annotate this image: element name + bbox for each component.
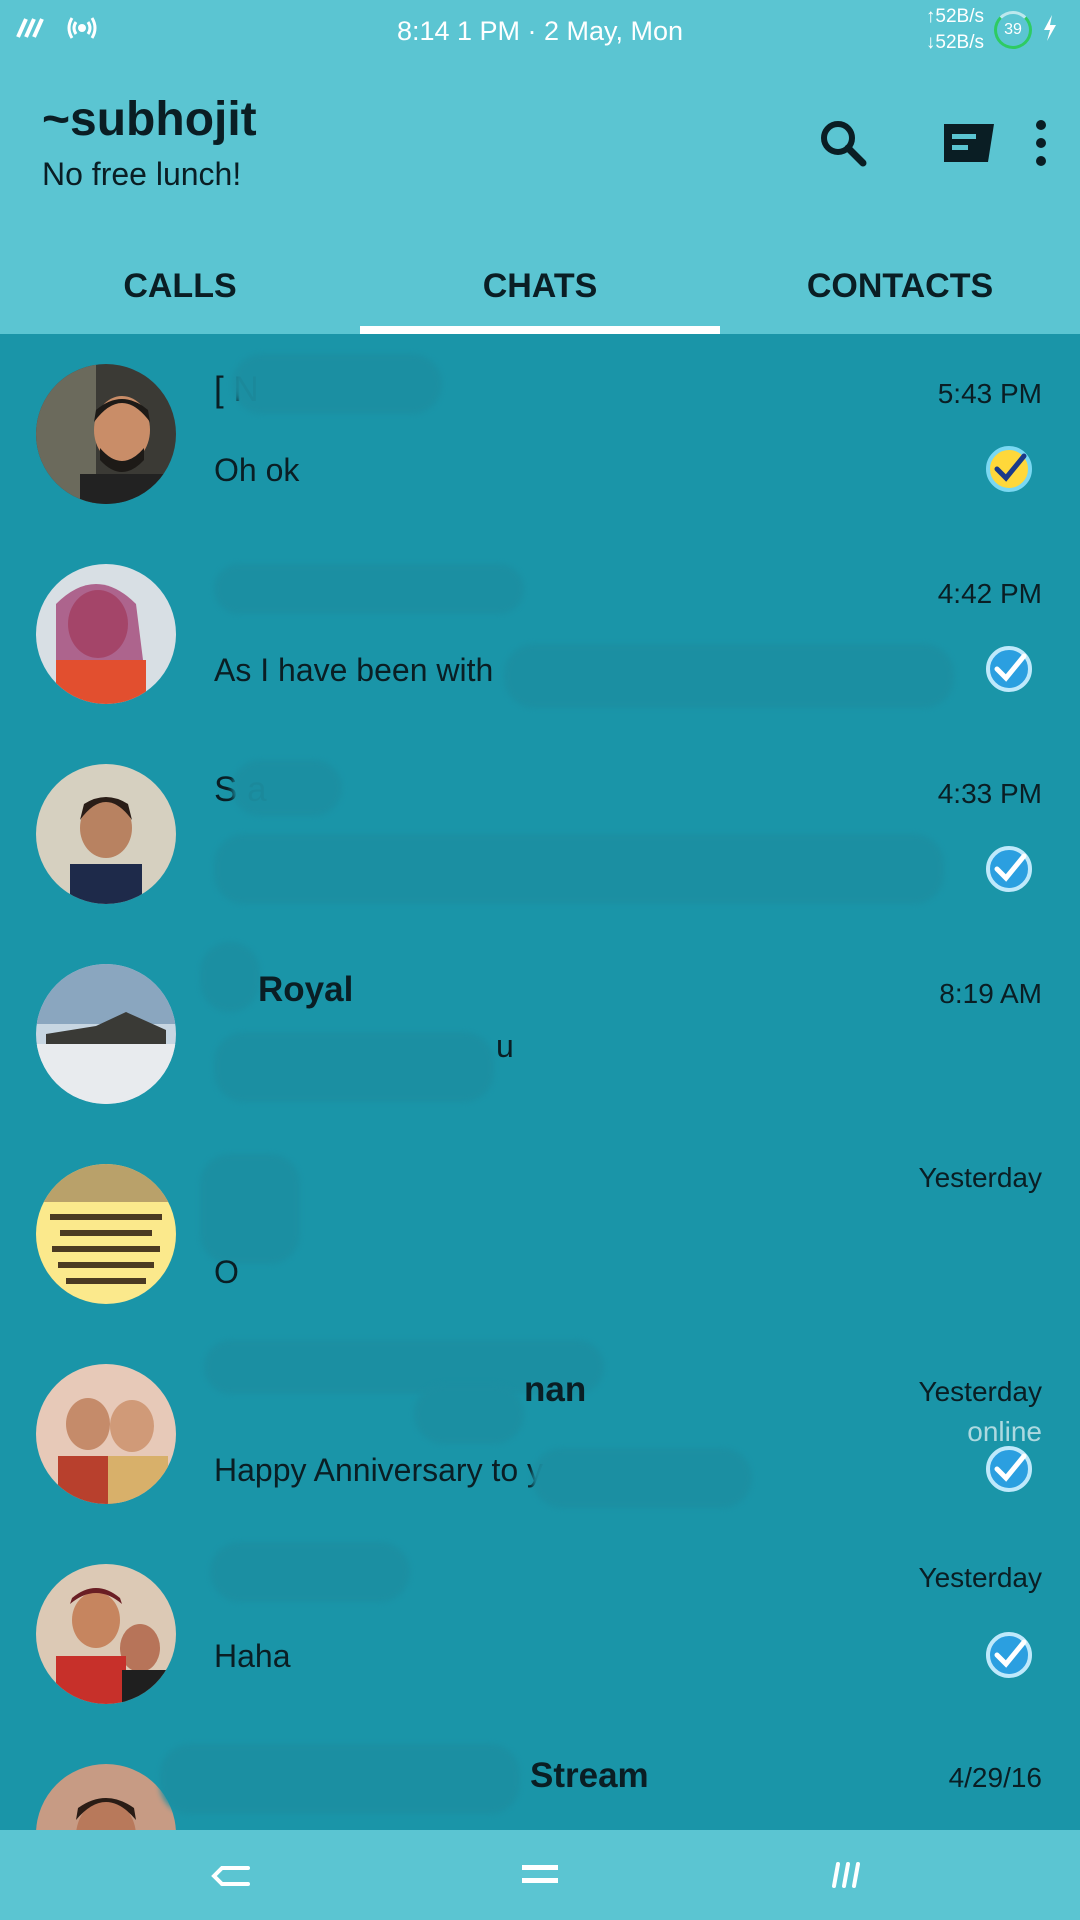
delivered-check-icon	[986, 1632, 1032, 1678]
more-vert-icon	[1036, 120, 1046, 166]
avatar[interactable]	[36, 1364, 176, 1504]
chat-name: nan	[524, 1370, 587, 1409]
avatar[interactable]	[36, 964, 176, 1104]
redaction-blur	[532, 1448, 752, 1508]
battery-indicator: 39	[994, 11, 1032, 49]
chat-row[interactable]: 4:42 PM As I have been with	[0, 534, 1080, 734]
avatar[interactable]	[36, 564, 176, 704]
tab-label: CHATS	[482, 266, 598, 305]
search-icon	[821, 121, 867, 167]
chat-time: 5:43 PM	[937, 378, 1042, 409]
redaction-blur	[214, 564, 524, 614]
home-button[interactable]	[510, 1850, 570, 1900]
upload-speed: ↑52B/s	[925, 6, 984, 27]
tab-label: CALLS	[123, 266, 237, 305]
status-time-date: 8:14 1 PM · 2 May, Mon	[396, 16, 684, 46]
recents-icon	[832, 1862, 860, 1888]
new-chat-button[interactable]	[934, 108, 1004, 178]
chat-time: 4/29/16	[948, 1762, 1042, 1793]
redaction-blur	[504, 644, 954, 708]
charging-icon	[1042, 14, 1058, 47]
chat-row[interactable]: nan Yesterday online Happy Anniversary t…	[0, 1334, 1080, 1534]
chat-time: Yesterday	[918, 1562, 1043, 1593]
redaction-blur	[214, 834, 944, 904]
chat-preview: O	[214, 1254, 239, 1290]
avatar[interactable]	[36, 364, 176, 504]
redaction-blur	[200, 1154, 300, 1264]
avatar[interactable]	[36, 1564, 176, 1704]
navigation-bar	[0, 1830, 1080, 1920]
delivered-check-icon	[986, 1446, 1032, 1492]
chat-time: 4:33 PM	[937, 778, 1042, 809]
chat-row[interactable]: Yesterday Haha	[0, 1534, 1080, 1734]
network-speed: ↑52B/s ↓52B/s	[926, 4, 984, 56]
tab-chats[interactable]: CHATS	[360, 238, 720, 334]
chat-row[interactable]: S a 4:33 PM	[0, 734, 1080, 934]
download-speed: ↓52B/s	[925, 32, 984, 53]
new-chat-icon	[944, 124, 994, 162]
redaction-blur	[200, 942, 260, 1012]
more-options-button[interactable]	[1006, 108, 1076, 178]
read-check-icon	[986, 446, 1032, 492]
tab-contacts[interactable]: CONTACTS	[720, 238, 1080, 334]
chat-preview: Oh ok	[214, 452, 300, 488]
status-right: ↑52B/s ↓52B/s 39	[926, 4, 1058, 56]
chat-name: Royal	[258, 970, 354, 1009]
tab-calls[interactable]: CALLS	[0, 238, 360, 334]
redaction-blur	[232, 354, 442, 414]
chat-row[interactable]: Royal 8:19 AM u	[0, 934, 1080, 1134]
chat-time: 8:19 AM	[939, 978, 1042, 1009]
tab-bar: CALLS CHATS CONTACTS	[0, 238, 1080, 334]
chat-preview: As I have been with	[214, 652, 494, 688]
recents-button[interactable]	[814, 1850, 874, 1900]
avatar[interactable]	[36, 1164, 176, 1304]
chat-row[interactable]: Stream 4/29/16	[0, 1734, 1080, 1830]
delivered-check-icon	[986, 646, 1032, 692]
redaction-blur	[232, 760, 342, 816]
page-title: ~subhojit	[42, 93, 257, 146]
back-button[interactable]	[200, 1850, 260, 1900]
chat-name: Stream	[530, 1756, 649, 1795]
chat-preview: u	[496, 1028, 514, 1064]
chat-list[interactable]: [ N 5:43 PM Oh ok 4:42 PM As I have been…	[0, 334, 1080, 1830]
tab-indicator	[360, 326, 720, 334]
search-button[interactable]	[808, 108, 878, 178]
redaction-blur	[414, 1384, 524, 1444]
chat-time: Yesterday	[918, 1162, 1043, 1193]
avatar[interactable]	[36, 764, 176, 904]
redaction-blur	[160, 1744, 520, 1814]
chat-row[interactable]: [ N 5:43 PM Oh ok	[0, 334, 1080, 534]
chat-time: 4:42 PM	[937, 578, 1042, 609]
chat-preview: Haha	[214, 1638, 291, 1674]
chat-time: Yesterday	[918, 1376, 1043, 1407]
redaction-blur	[214, 1032, 494, 1102]
chat-row[interactable]: Yesterday O	[0, 1134, 1080, 1334]
redaction-blur	[210, 1542, 410, 1602]
home-icon	[522, 1865, 558, 1883]
page-subtitle: No free lunch!	[42, 156, 242, 192]
back-icon	[211, 1866, 250, 1886]
tab-label: CONTACTS	[806, 266, 994, 305]
app-bar: ~subhojit No free lunch! CALLS CHATS CON…	[0, 64, 1080, 334]
avatar[interactable]	[36, 1764, 176, 1830]
chat-preview: Happy Anniversary to y	[214, 1452, 544, 1488]
delivered-check-icon	[986, 846, 1032, 892]
toolbar-actions	[720, 108, 1080, 178]
status-bar: 8:14 1 PM · 2 May, Mon ↑52B/s ↓52B/s 39	[0, 0, 1080, 64]
